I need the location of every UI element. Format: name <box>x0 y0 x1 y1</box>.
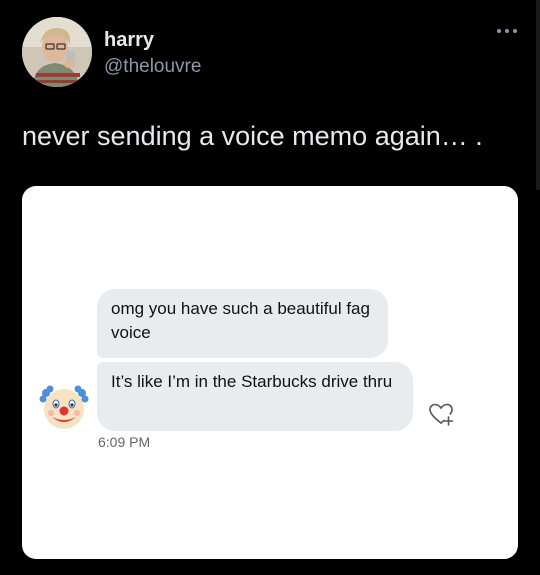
user-photo-avatar-icon <box>22 17 92 87</box>
user-handle[interactable]: @thelouvre <box>104 55 201 79</box>
scrollbar-track[interactable] <box>536 0 540 190</box>
tweet-header: harry @thelouvre <box>22 17 522 89</box>
message-bubble: It’s like I’m in the Starbucks drive thr… <box>97 362 413 431</box>
ellipsis-icon[interactable] <box>496 27 518 35</box>
avatar[interactable] <box>22 17 92 87</box>
message-timestamp: 6:09 PM <box>98 434 151 450</box>
heart-plus-icon[interactable] <box>427 400 455 428</box>
message-bubble: omg you have such a beautiful fag voice <box>97 289 388 358</box>
tweet-media-image[interactable]: omg you have such a beautiful fag voice … <box>22 186 518 559</box>
clown-face-icon <box>39 385 89 429</box>
display-name[interactable]: harry <box>104 28 154 52</box>
tweet-text: never sending a voice memo again… . <box>22 121 483 151</box>
